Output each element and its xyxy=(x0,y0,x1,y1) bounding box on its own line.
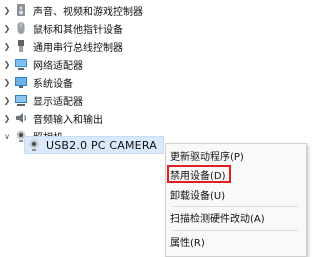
webcam-icon xyxy=(27,138,41,152)
network-adapter-icon xyxy=(14,57,28,71)
tree-item-label: 鼠标和其他指针设备 xyxy=(33,24,123,36)
menu-item-uninstall-device[interactable]: 卸载设备(U) xyxy=(170,185,225,203)
speaker-icon xyxy=(14,3,28,17)
tree-item-network-adapters[interactable]: ❯ 网络适配器 xyxy=(2,55,83,73)
tree-item-audio-io[interactable]: ❯ 音频输入和输出 xyxy=(2,109,103,127)
chevron-right-icon[interactable]: ❯ xyxy=(2,24,12,33)
menu-item-label: 扫描检测硬件改动(A) xyxy=(170,213,265,225)
context-menu: 更新驱动程序(P) 禁用设备(D) 卸载设备(U) 扫描检测硬件改动(A) 属性… xyxy=(165,143,307,257)
tree-item-label: 网络适配器 xyxy=(33,60,83,72)
tree-item-sound-video-game[interactable]: ❯ 声音、视频和游戏控制器 xyxy=(2,1,143,19)
chevron-right-icon[interactable]: ❯ xyxy=(2,96,12,105)
menu-separator xyxy=(172,230,298,231)
tree-item-label: 声音、视频和游戏控制器 xyxy=(33,6,143,18)
tree-item-usb2-pc-camera[interactable]: USB2.0 PC CAMERA xyxy=(24,136,164,154)
chevron-right-icon[interactable]: ❯ xyxy=(2,114,12,123)
usb-icon xyxy=(14,39,28,53)
chevron-right-icon[interactable]: ❯ xyxy=(2,78,12,87)
menu-item-label: 属性(R) xyxy=(170,237,205,249)
menu-item-properties[interactable]: 属性(R) xyxy=(170,232,205,250)
tree-item-label: 显示适配器 xyxy=(33,96,83,108)
chevron-right-icon[interactable]: ❯ xyxy=(2,6,12,15)
menu-item-update-driver[interactable]: 更新驱动程序(P) xyxy=(170,146,244,164)
menu-item-label: 卸载设备(U) xyxy=(170,190,226,202)
chevron-down-icon[interactable]: ∨ xyxy=(2,132,12,141)
menu-item-scan-hardware[interactable]: 扫描检测硬件改动(A) xyxy=(170,208,265,226)
menu-separator xyxy=(172,206,298,207)
tree-item-label: 系统设备 xyxy=(33,78,73,90)
tree-item-label: 通用串行总线控制器 xyxy=(33,42,123,54)
menu-item-label: 更新驱动程序(P) xyxy=(170,151,244,163)
tree-item-system-devices[interactable]: ❯ 系统设备 xyxy=(2,73,73,91)
tree-item-mouse[interactable]: ❯ 鼠标和其他指针设备 xyxy=(2,19,123,37)
tree-item-usb-controllers[interactable]: ❯ 通用串行总线控制器 xyxy=(2,37,123,55)
tree-item-display-adapters[interactable]: ❯ 显示适配器 xyxy=(2,91,83,109)
chevron-right-icon[interactable]: ❯ xyxy=(2,60,12,69)
system-device-icon xyxy=(14,75,28,89)
mouse-icon xyxy=(14,21,28,35)
chevron-right-icon[interactable]: ❯ xyxy=(2,42,12,51)
menu-item-label: 禁用设备(D) xyxy=(170,170,226,182)
tree-item-label: 音频输入和输出 xyxy=(33,114,103,126)
audio-io-icon xyxy=(14,111,28,125)
display-adapter-icon xyxy=(14,93,28,107)
tree-item-label: USB2.0 PC CAMERA xyxy=(46,138,157,152)
menu-item-disable-device[interactable]: 禁用设备(D) xyxy=(170,165,226,183)
